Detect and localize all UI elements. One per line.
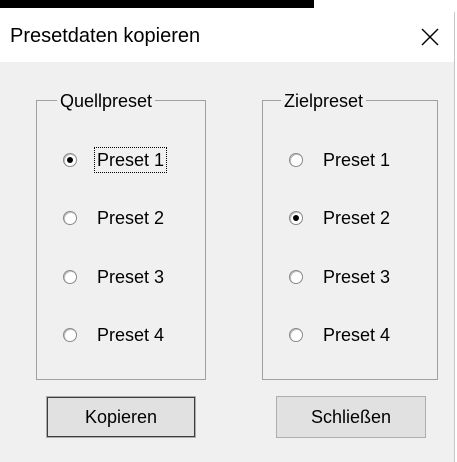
source-radio-preset-1[interactable]: Preset 1 — [63, 147, 168, 173]
radio-label: Preset 4 — [97, 325, 165, 345]
target-radio-preset-2[interactable]: Preset 2 — [289, 205, 392, 231]
source-radio-preset-4[interactable]: Preset 4 — [63, 322, 166, 348]
radio-button[interactable] — [63, 270, 77, 284]
close-icon — [421, 28, 439, 46]
source-preset-legend: Quellpreset — [57, 90, 156, 112]
target-preset-group: Zielpreset Preset 1 Preset 2 Preset 3 Pr… — [262, 90, 438, 380]
radio-label: Preset 2 — [323, 208, 391, 228]
source-radio-preset-2[interactable]: Preset 2 — [63, 205, 166, 231]
radio-button[interactable] — [289, 211, 303, 225]
target-radio-preset-4[interactable]: Preset 4 — [289, 322, 392, 348]
radio-label: Preset 1 — [93, 147, 168, 173]
radio-button[interactable] — [63, 153, 77, 167]
target-radio-preset-3[interactable]: Preset 3 — [289, 264, 392, 290]
radio-label: Preset 4 — [323, 325, 391, 345]
source-preset-group: Quellpreset Preset 1 Preset 2 Preset 3 P… — [36, 90, 206, 380]
close-button[interactable] — [406, 12, 454, 62]
close-dialog-button[interactable]: Schließen — [276, 396, 426, 438]
radio-button[interactable] — [63, 211, 77, 225]
radio-button[interactable] — [289, 153, 303, 167]
top-black-bar — [0, 0, 314, 8]
title-bar: Presetdaten kopieren — [0, 12, 454, 62]
radio-button[interactable] — [289, 270, 303, 284]
radio-label: Preset 1 — [323, 150, 391, 170]
copy-button[interactable]: Kopieren — [46, 396, 196, 438]
radio-label: Preset 3 — [97, 267, 165, 287]
radio-label: Preset 3 — [323, 267, 391, 287]
target-radio-preset-1[interactable]: Preset 1 — [289, 147, 392, 173]
radio-label: Preset 2 — [97, 208, 165, 228]
radio-button[interactable] — [289, 328, 303, 342]
target-preset-legend: Zielpreset — [281, 90, 367, 112]
source-radio-preset-3[interactable]: Preset 3 — [63, 264, 166, 290]
radio-button[interactable] — [63, 328, 77, 342]
window-title: Presetdaten kopieren — [10, 25, 201, 47]
dialog-window: Presetdaten kopieren Quellpreset Preset … — [0, 12, 455, 462]
